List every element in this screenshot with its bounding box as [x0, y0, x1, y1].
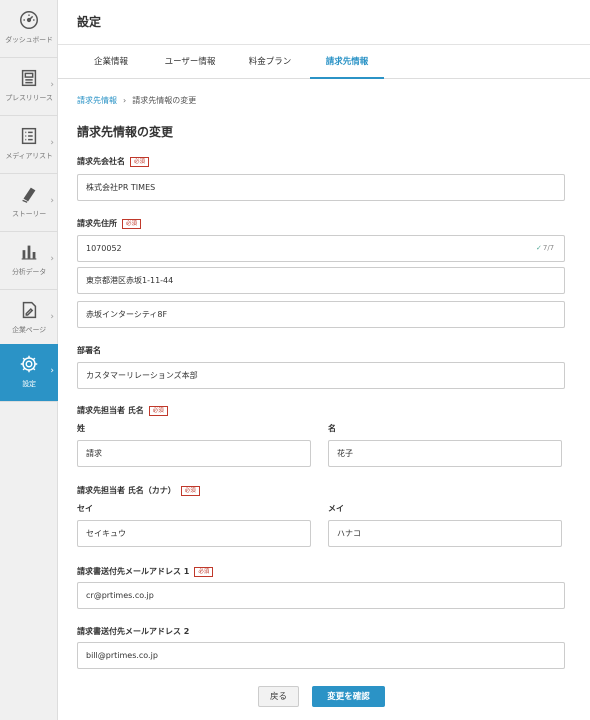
settings-tabs: 企業情報 ユーザー情報 料金プラン 請求先情報 — [58, 45, 590, 79]
chevron-right-icon: › — [50, 80, 54, 90]
sidebar-item-press-release[interactable]: プレスリリース › — [0, 58, 58, 116]
required-badge: 必須 — [194, 567, 214, 577]
postal-counter: ✓7/7 — [536, 244, 554, 252]
address-label: 請求先住所 必須 — [77, 218, 142, 229]
email1-input[interactable] — [77, 582, 565, 609]
required-badge: 必須 — [122, 219, 142, 229]
page-title: 請求先情報の変更 — [77, 125, 174, 139]
tab-user-info[interactable]: ユーザー情報 — [154, 45, 226, 79]
main-content: 請求先情報›請求先情報の変更 請求先情報の変更 請求先会社名必須 請求先住所必須… — [58, 80, 590, 720]
last-name-kana-label: セイ — [77, 504, 93, 513]
back-button[interactable]: 戻る — [258, 686, 299, 707]
required-badge: 必須 — [130, 157, 150, 167]
email1-label-text: 請求書送付先メールアドレス 1 — [77, 567, 190, 576]
contact-name-label: 請求先担当者 氏名 必須 — [77, 405, 168, 416]
tab-pricing-plan[interactable]: 料金プラン — [236, 45, 304, 79]
sidebar-item-label: ダッシュボード — [5, 36, 53, 44]
first-name-input[interactable] — [328, 440, 562, 467]
sidebar-item-label: 企業ページ — [12, 326, 46, 334]
email2-label: 請求書送付先メールアドレス 2 — [77, 627, 190, 636]
chevron-right-icon: › — [50, 366, 54, 376]
page-header: 設定 — [58, 0, 590, 45]
contact-kana-label-text: 請求先担当者 氏名（カナ） — [77, 486, 176, 495]
required-badge: 必須 — [180, 486, 200, 496]
contact-kana-label: 請求先担当者 氏名（カナ） 必須 — [77, 485, 200, 496]
sidebar-item-story[interactable]: ストーリー › — [0, 174, 58, 232]
press-release-icon — [21, 69, 37, 87]
first-name-kana-input[interactable] — [328, 520, 562, 547]
sidebar-item-analytics[interactable]: 分析データ › — [0, 232, 58, 290]
last-name-label: 姓 — [77, 424, 85, 433]
analytics-icon — [21, 245, 37, 260]
last-name-input[interactable] — [77, 440, 311, 467]
address-label-text: 請求先住所 — [77, 219, 117, 228]
department-input[interactable] — [77, 362, 565, 389]
sidebar-item-company-page[interactable]: 企業ページ › — [0, 290, 58, 348]
sidebar-item-dashboard[interactable]: ダッシュボード — [0, 0, 58, 58]
company-label-text: 請求先会社名 — [77, 157, 125, 166]
email2-input[interactable] — [77, 642, 565, 669]
chevron-right-icon: › — [50, 312, 54, 322]
department-label: 部署名 — [77, 346, 101, 355]
sidebar-item-label: メディアリスト — [5, 152, 53, 160]
first-name-label: 名 — [328, 424, 336, 433]
media-list-icon — [21, 127, 37, 145]
contact-name-label-text: 請求先担当者 氏名 — [77, 406, 144, 415]
sidebar: ダッシュボード プレスリリース › メディアリスト › ストーリー › 分析デー… — [0, 0, 58, 720]
check-icon: ✓ — [536, 244, 542, 252]
sidebar-item-settings[interactable]: 設定 › — [0, 344, 58, 402]
postal-code-input[interactable] — [77, 235, 565, 262]
address-line2-input[interactable] — [77, 301, 565, 328]
sidebar-item-label: プレスリリース — [5, 94, 53, 102]
chevron-right-icon: › — [50, 138, 54, 148]
confirm-changes-button[interactable]: 変更を確認 — [312, 686, 385, 707]
dashboard-icon — [20, 11, 38, 29]
address-line1-input[interactable] — [77, 267, 565, 294]
breadcrumb: 請求先情報 › 請求先情報の変更 — [77, 95, 196, 106]
sidebar-item-label: ストーリー — [12, 210, 46, 218]
gear-icon — [20, 355, 38, 373]
company-page-icon — [22, 301, 37, 319]
tab-company-info[interactable]: 企業情報 — [78, 45, 144, 79]
page-header-title: 設定 — [77, 15, 102, 29]
story-icon — [22, 187, 36, 203]
first-name-kana-label: メイ — [328, 504, 344, 513]
postal-counter-text: 7/7 — [542, 244, 555, 252]
company-name-input[interactable] — [77, 174, 565, 201]
chevron-right-icon: › — [50, 196, 54, 206]
sidebar-item-label: 分析データ — [12, 268, 46, 276]
email1-label: 請求書送付先メールアドレス 1 必須 — [77, 566, 214, 577]
tab-billing-info[interactable]: 請求先情報 — [310, 45, 384, 79]
breadcrumb-current: 請求先情報の変更 — [132, 96, 197, 105]
chevron-right-icon: › — [123, 96, 127, 105]
breadcrumb-parent-link[interactable]: 請求先情報 — [77, 96, 117, 105]
sidebar-item-label: 設定 — [22, 380, 36, 388]
sidebar-item-media-list[interactable]: メディアリスト › — [0, 116, 58, 174]
company-label: 請求先会社名 必須 — [77, 156, 150, 167]
last-name-kana-input[interactable] — [77, 520, 311, 547]
chevron-right-icon: › — [50, 254, 54, 264]
required-badge: 必須 — [148, 406, 168, 416]
